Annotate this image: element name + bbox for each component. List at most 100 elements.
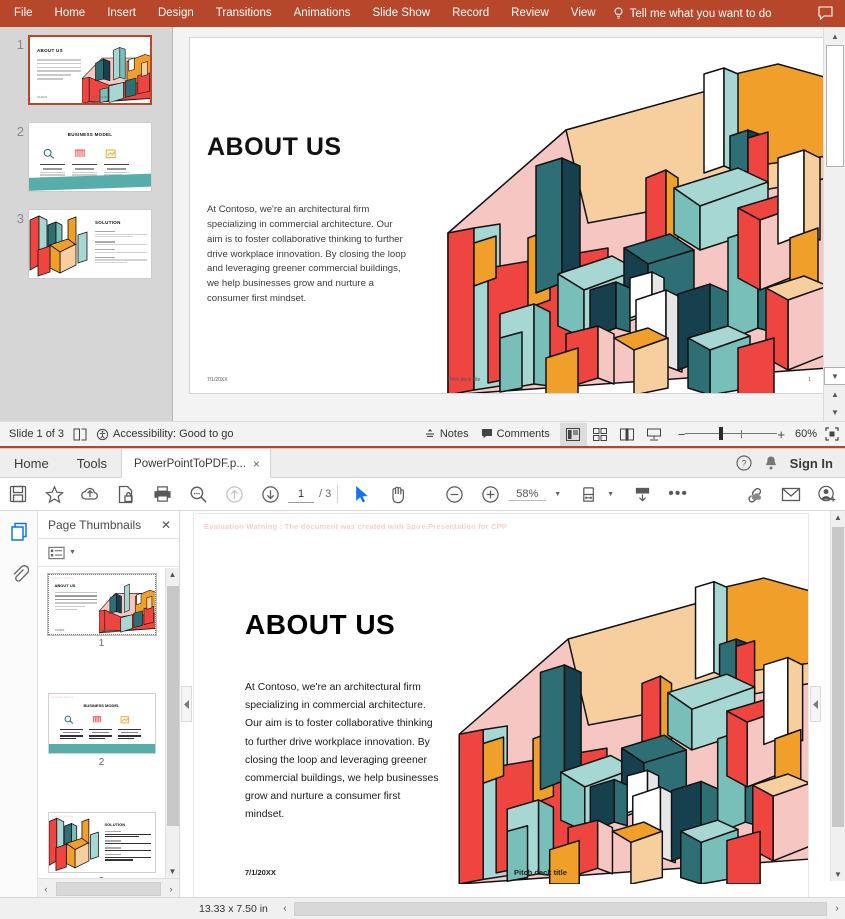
scroll-down-icon[interactable]: ▼ bbox=[166, 867, 179, 876]
zoom-level-label[interactable]: 60% bbox=[795, 428, 817, 440]
pdf-thumb-item-1[interactable]: Evaluation Warning ABOUT US 7/1/20XX Pit… bbox=[38, 573, 165, 649]
slide-counter[interactable]: Slide 1 of 3 bbox=[9, 428, 64, 440]
zoom-slider-handle[interactable] bbox=[719, 427, 724, 440]
ppt-thumb-slide-3[interactable]: SOLUTION bbox=[28, 209, 152, 279]
powerpoint-slide-thumbnails[interactable]: 1 ABOUT US 7/1/20XX Pitch deck title 2 B… bbox=[0, 27, 173, 421]
language-icon[interactable] bbox=[73, 428, 87, 441]
scroll-up-icon[interactable]: ▲ bbox=[831, 511, 845, 522]
add-person-icon[interactable] bbox=[809, 478, 845, 511]
pdf-thumb-item-3[interactable]: Evaluation Warning SOLUTION bbox=[38, 812, 165, 878]
page-number-input[interactable]: 1 bbox=[288, 486, 314, 503]
slide-sorter-view-button[interactable] bbox=[587, 423, 614, 446]
scrollbar-thumb[interactable] bbox=[167, 586, 179, 826]
powerpoint-current-slide[interactable]: ABOUT US At Contoso, we're an architectu… bbox=[189, 37, 824, 394]
ribbon-tab-design[interactable]: Design bbox=[147, 0, 205, 27]
scroll-right-icon[interactable]: › bbox=[163, 884, 179, 894]
scroll-down-icon[interactable]: ▼ bbox=[831, 870, 845, 879]
previous-page-icon[interactable] bbox=[216, 478, 252, 511]
fit-slide-button[interactable] bbox=[825, 427, 839, 441]
ribbon-tab-home[interactable]: Home bbox=[44, 0, 97, 27]
ribbon-tab-record[interactable]: Record bbox=[441, 0, 500, 27]
ppt-thumb-item-1[interactable]: 1 ABOUT US 7/1/20XX Pitch deck title bbox=[4, 35, 152, 105]
zoom-out-icon[interactable] bbox=[436, 478, 472, 511]
collapse-right-panel-button[interactable] bbox=[810, 686, 821, 722]
scroll-left-icon[interactable]: ‹ bbox=[38, 884, 54, 894]
normal-view-button[interactable] bbox=[559, 422, 587, 446]
protect-document-icon[interactable] bbox=[108, 478, 144, 511]
page-thumbnail-options-icon[interactable] bbox=[48, 546, 65, 560]
more-tools-icon[interactable]: ••• bbox=[660, 478, 696, 511]
thumbnail-panel-hscrollbar[interactable]: ‹ › bbox=[38, 878, 179, 898]
page-thumbnails-panel-icon[interactable] bbox=[0, 511, 38, 553]
sign-in-button[interactable]: Sign In bbox=[790, 456, 833, 471]
scroll-right-icon[interactable]: › bbox=[829, 903, 845, 914]
acrobat-document-tab[interactable]: PowerPointToPDF.p... × bbox=[121, 449, 271, 478]
pdf-page-canvas[interactable]: Evaluation Warning : The document was cr… bbox=[193, 513, 809, 898]
help-icon[interactable]: ? bbox=[736, 455, 752, 471]
scrollbar-thumb[interactable] bbox=[832, 527, 844, 827]
pdf-thumb-page-2[interactable]: Evaluation Warning BUSINESS MODEL bbox=[47, 693, 156, 754]
ppt-thumb-item-3[interactable]: 3 SOLUTION bbox=[4, 209, 152, 279]
zoom-level-input[interactable]: 58% bbox=[508, 488, 547, 501]
ppt-thumb-slide-2[interactable]: BUSINESS MODEL bbox=[28, 122, 152, 192]
scroll-down-icon[interactable]: ▼ bbox=[824, 367, 845, 385]
ribbon-tab-slide-show[interactable]: Slide Show bbox=[362, 0, 442, 27]
chevron-down-icon[interactable]: ▼ bbox=[69, 549, 76, 556]
save-icon[interactable] bbox=[0, 478, 36, 511]
previous-slide-icon[interactable]: ▲ bbox=[824, 385, 845, 403]
tell-me-search[interactable]: Tell me what you want to do bbox=[613, 6, 772, 21]
powerpoint-vertical-scrollbar[interactable]: ▲ ▼ ▲ ▼ bbox=[823, 27, 845, 421]
fit-page-icon[interactable] bbox=[571, 478, 607, 511]
accessibility-status[interactable]: Accessibility: Good to go bbox=[96, 428, 234, 441]
attachments-panel-icon[interactable] bbox=[0, 553, 38, 595]
acrobat-menu-home[interactable]: Home bbox=[0, 449, 63, 477]
ribbon-tab-view[interactable]: View bbox=[560, 0, 607, 27]
bell-icon[interactable] bbox=[764, 455, 778, 471]
thumbnail-panel-scrollbar[interactable]: ▲ ▼ bbox=[165, 568, 179, 878]
reading-view-button[interactable] bbox=[614, 423, 641, 446]
ribbon-tab-file[interactable]: File bbox=[0, 0, 44, 27]
zoom-in-icon[interactable] bbox=[472, 478, 508, 511]
acrobat-menu-tools[interactable]: Tools bbox=[63, 449, 121, 477]
comment-balloon-icon[interactable] bbox=[818, 6, 833, 20]
zoom-slider[interactable] bbox=[685, 424, 778, 444]
pdf-thumb-page-3[interactable]: Evaluation Warning SOLUTION bbox=[47, 812, 156, 873]
close-icon[interactable]: × bbox=[253, 457, 260, 471]
ppt-thumb-item-2[interactable]: 2 BUSINESS MODEL bbox=[4, 122, 152, 192]
next-slide-icon[interactable]: ▼ bbox=[824, 403, 845, 421]
comments-button[interactable]: Comments bbox=[481, 428, 550, 440]
zoom-dropdown-chevron-icon[interactable]: ▼ bbox=[554, 491, 561, 498]
pdf-hscrollbar-thumb[interactable] bbox=[293, 901, 827, 916]
hscrollbar-thumb[interactable] bbox=[56, 881, 161, 896]
close-icon[interactable]: ✕ bbox=[161, 518, 171, 532]
next-page-icon[interactable] bbox=[252, 478, 288, 511]
page-display-icon[interactable] bbox=[624, 478, 660, 511]
ribbon-tab-review[interactable]: Review bbox=[500, 0, 560, 27]
pdf-thumb-page-1[interactable]: Evaluation Warning ABOUT US 7/1/20XX Pit… bbox=[46, 573, 157, 636]
scroll-left-icon[interactable]: ‹ bbox=[278, 903, 292, 914]
collapse-left-panel-button[interactable] bbox=[181, 686, 192, 722]
star-icon[interactable] bbox=[36, 478, 72, 511]
select-cursor-icon[interactable] bbox=[344, 478, 380, 511]
scrollbar-thumb[interactable] bbox=[826, 45, 844, 167]
email-icon[interactable] bbox=[773, 478, 809, 511]
page-thumbnail-list[interactable]: Evaluation Warning ABOUT US 7/1/20XX Pit… bbox=[38, 568, 165, 878]
ribbon-tab-insert[interactable]: Insert bbox=[96, 0, 147, 27]
share-link-icon[interactable] bbox=[737, 478, 773, 511]
pdf-thumb-item-2[interactable]: Evaluation Warning BUSINESS MODEL 2 bbox=[38, 693, 165, 768]
zoom-out-button[interactable]: − bbox=[678, 427, 686, 442]
ribbon-tab-animations[interactable]: Animations bbox=[283, 0, 362, 27]
print-icon[interactable] bbox=[144, 478, 180, 511]
scroll-up-icon[interactable]: ▲ bbox=[824, 27, 845, 45]
slide-show-button[interactable] bbox=[641, 423, 668, 446]
ppt-thumb-slide-1[interactable]: ABOUT US 7/1/20XX Pitch deck title bbox=[28, 35, 152, 105]
hand-icon[interactable] bbox=[380, 478, 416, 511]
scroll-up-icon[interactable]: ▲ bbox=[166, 568, 179, 579]
ribbon-tab-transitions[interactable]: Transitions bbox=[205, 0, 283, 27]
search-icon[interactable] bbox=[180, 478, 216, 511]
notes-button[interactable]: Notes bbox=[424, 428, 469, 440]
cloud-upload-icon[interactable] bbox=[72, 478, 108, 511]
zoom-in-button[interactable]: + bbox=[777, 427, 785, 442]
pdf-vertical-scrollbar[interactable]: ▲ ▼ bbox=[830, 511, 845, 881]
fit-page-chevron-icon[interactable]: ▼ bbox=[607, 491, 614, 498]
